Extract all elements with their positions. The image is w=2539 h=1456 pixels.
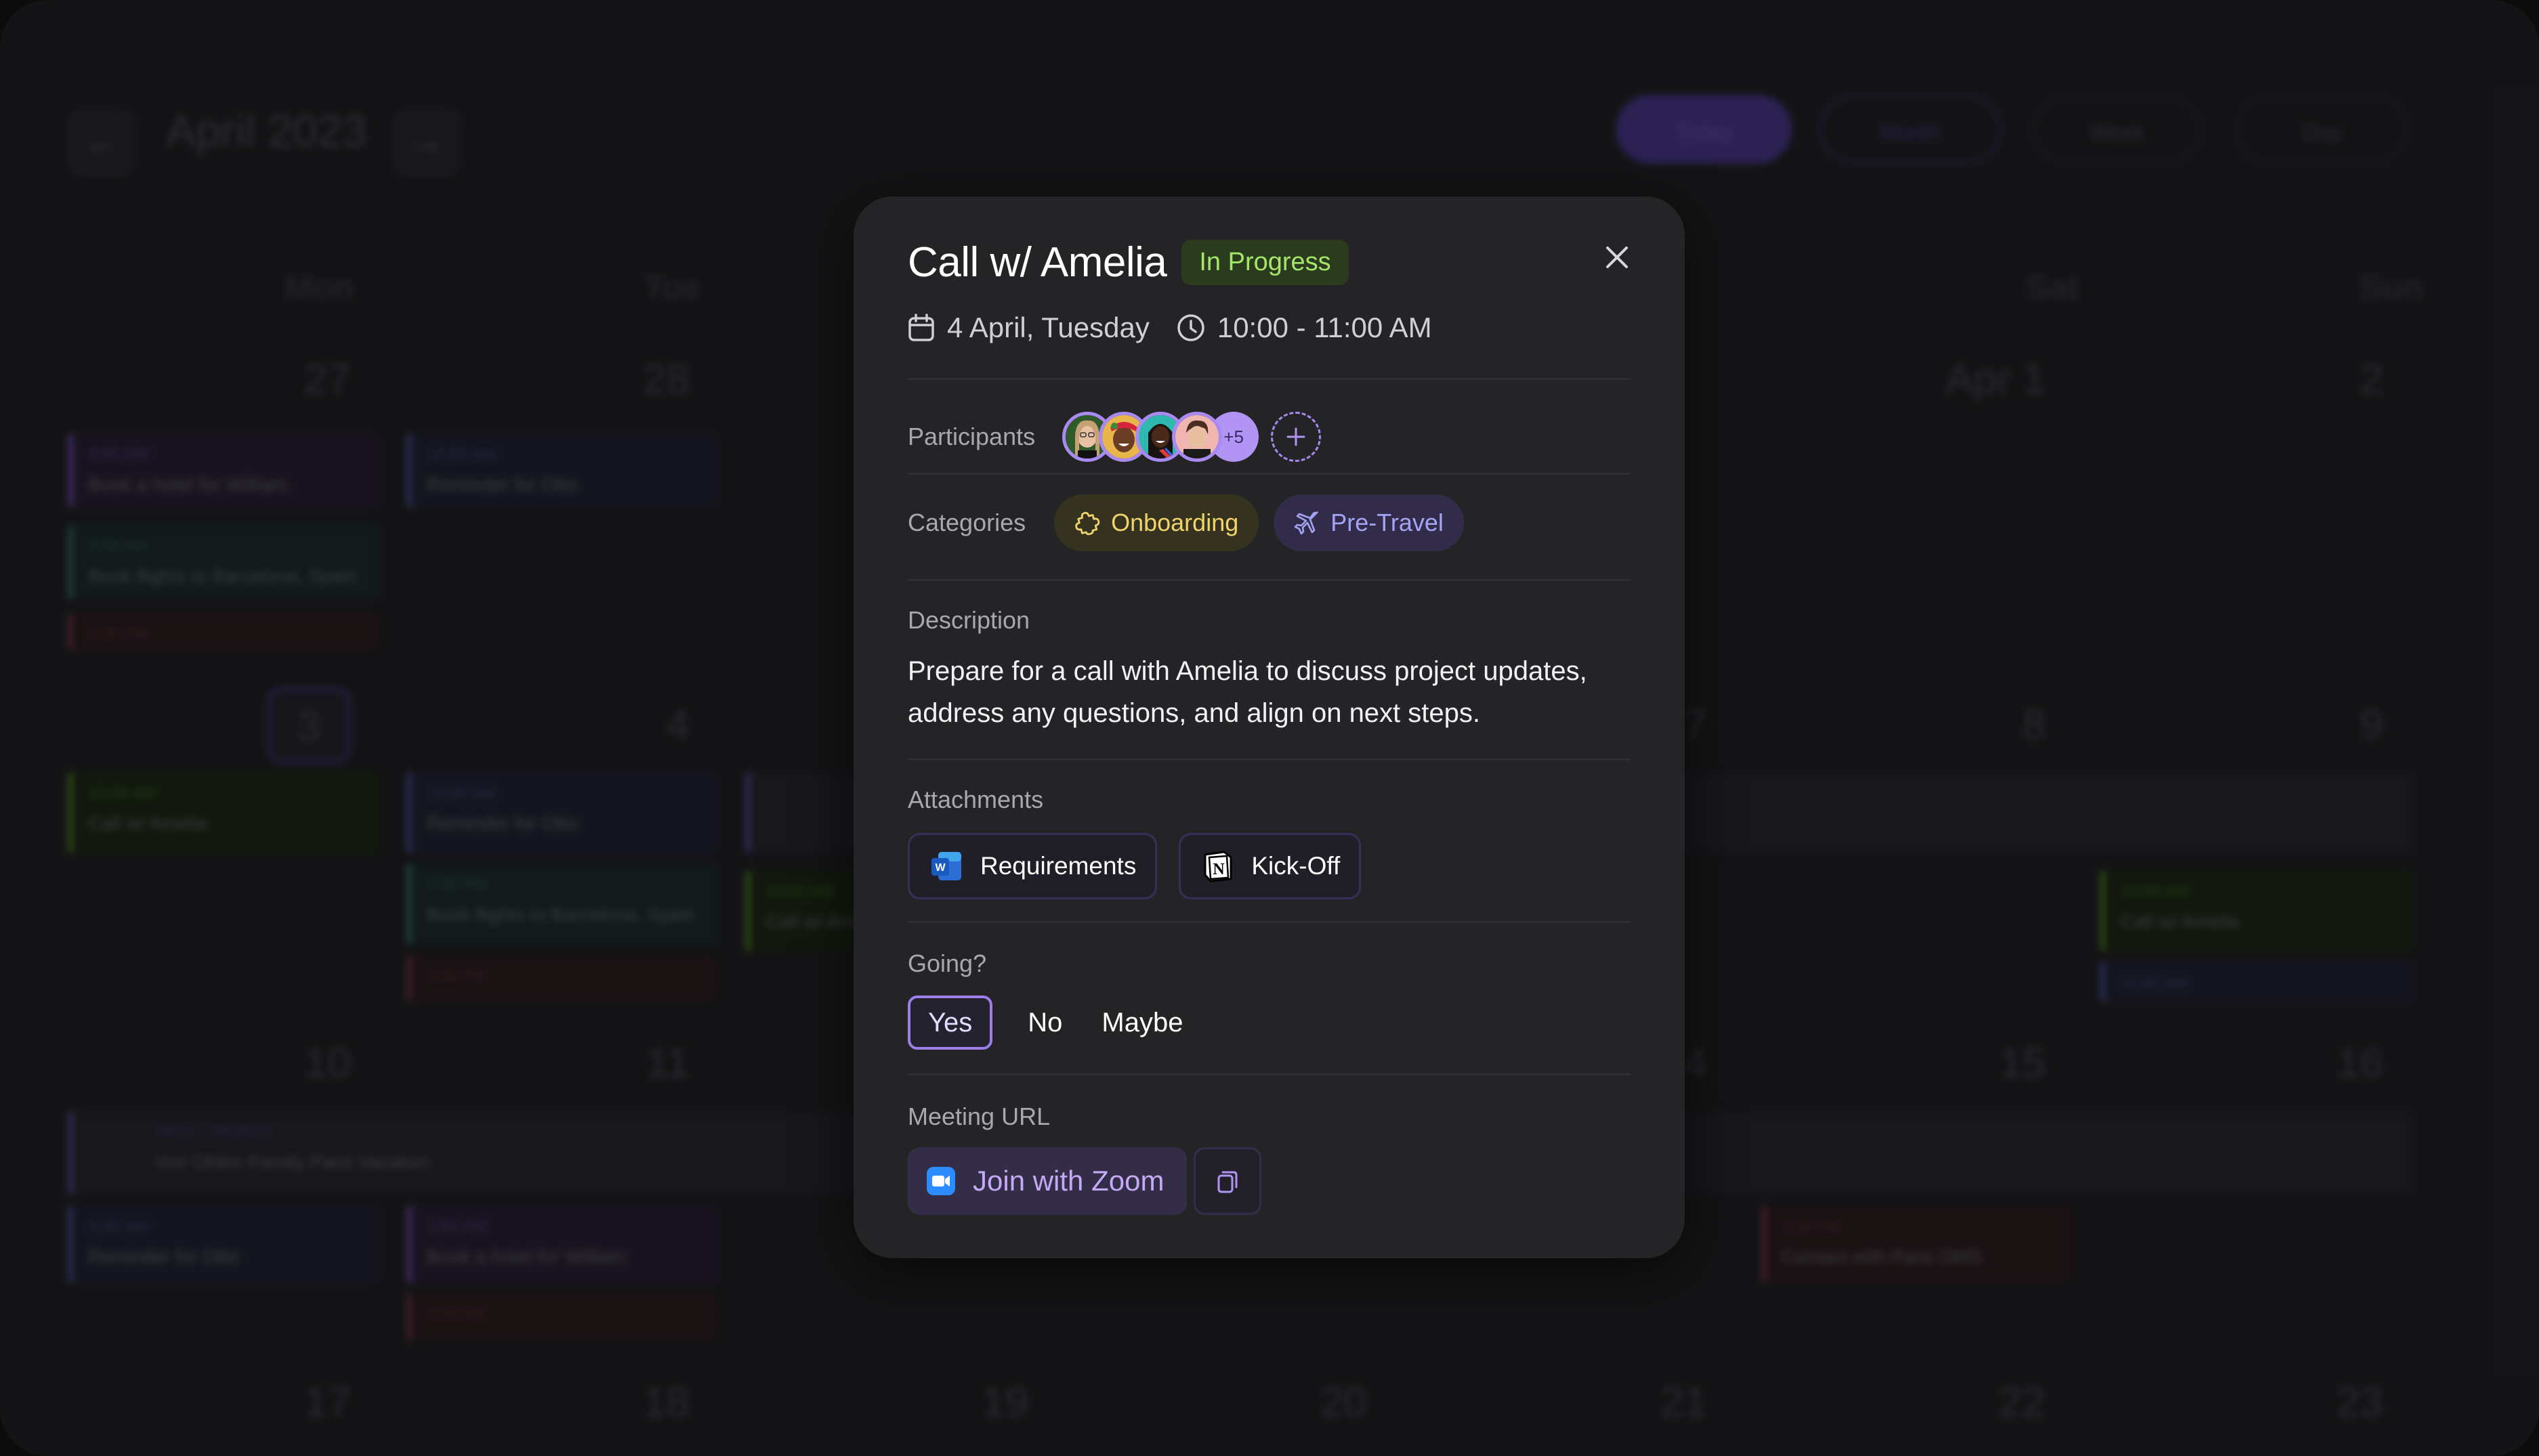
going-label: Going? xyxy=(908,949,987,977)
rsvp-no[interactable]: No xyxy=(1010,995,1080,1050)
close-button[interactable] xyxy=(1597,237,1637,278)
category-chip-onboarding[interactable]: Onboarding xyxy=(1054,494,1259,551)
attachments-row: W Requirements N Kick-Off xyxy=(908,833,1631,899)
divider xyxy=(908,921,1631,923)
attachment-requirements[interactable]: W Requirements xyxy=(908,833,1158,899)
rsvp-yes[interactable]: Yes xyxy=(908,995,993,1050)
divider xyxy=(908,1073,1631,1075)
categories-label: Categories xyxy=(908,509,1026,536)
close-icon xyxy=(1606,247,1628,268)
copy-link-button[interactable] xyxy=(1194,1147,1262,1215)
avatar[interactable] xyxy=(1172,412,1223,462)
participants-label: Participants xyxy=(908,423,1036,450)
participants-avatars[interactable]: +5 xyxy=(1062,412,1322,462)
clock-icon xyxy=(1177,314,1205,342)
meeting-url-row: Join with Zoom xyxy=(908,1147,1631,1215)
event-time: 10:00 - 11:00 AM xyxy=(1217,312,1432,343)
rsvp-maybe[interactable]: Maybe xyxy=(1084,995,1200,1050)
meeting-url-label: Meeting URL xyxy=(908,1102,1051,1130)
event-date: 4 April, Tuesday xyxy=(947,312,1150,343)
svg-text:N: N xyxy=(1213,861,1225,878)
event-title: Call w/ Amelia xyxy=(908,239,1167,286)
divider xyxy=(908,758,1631,761)
attachments-label: Attachments xyxy=(908,786,1044,813)
puzzle-icon xyxy=(1074,510,1100,536)
add-participant-button[interactable] xyxy=(1271,412,1322,462)
modal-header: Call w/ Amelia In Progress xyxy=(908,238,1349,286)
description-label: Description xyxy=(908,606,1030,634)
attachment-kickoff[interactable]: N Kick-Off xyxy=(1179,833,1362,899)
event-description: Prepare for a call with Amelia to discus… xyxy=(908,656,1587,728)
event-datetime: 4 April, Tuesday 10:00 - 11:00 AM xyxy=(908,312,1432,344)
divider xyxy=(908,473,1631,475)
plus-icon xyxy=(1286,427,1305,446)
categories-row: Categories Onboarding Pre-Travel xyxy=(908,494,1631,551)
svg-text:W: W xyxy=(935,862,946,874)
status-badge: In Progress xyxy=(1181,240,1349,285)
word-doc-icon: W xyxy=(930,849,964,883)
event-detail-modal: Call w/ Amelia In Progress 4 April, Tues… xyxy=(854,196,1685,1258)
divider xyxy=(908,579,1631,581)
rsvp-group: Yes No Maybe xyxy=(908,994,1631,1051)
app-window: ← April 2023 → Today Month Week Day Mon … xyxy=(0,0,2539,1456)
category-chip-pretravel[interactable]: Pre-Travel xyxy=(1274,494,1464,551)
join-zoom-button[interactable]: Join with Zoom xyxy=(908,1147,1188,1215)
participants-row: Participants +5 xyxy=(908,401,1631,473)
notion-icon: N xyxy=(1201,849,1235,883)
copy-icon xyxy=(1217,1171,1238,1193)
airplane-icon xyxy=(1294,510,1320,536)
divider xyxy=(908,378,1631,380)
zoom-video-icon xyxy=(927,1167,955,1195)
calendar-icon xyxy=(908,313,935,343)
